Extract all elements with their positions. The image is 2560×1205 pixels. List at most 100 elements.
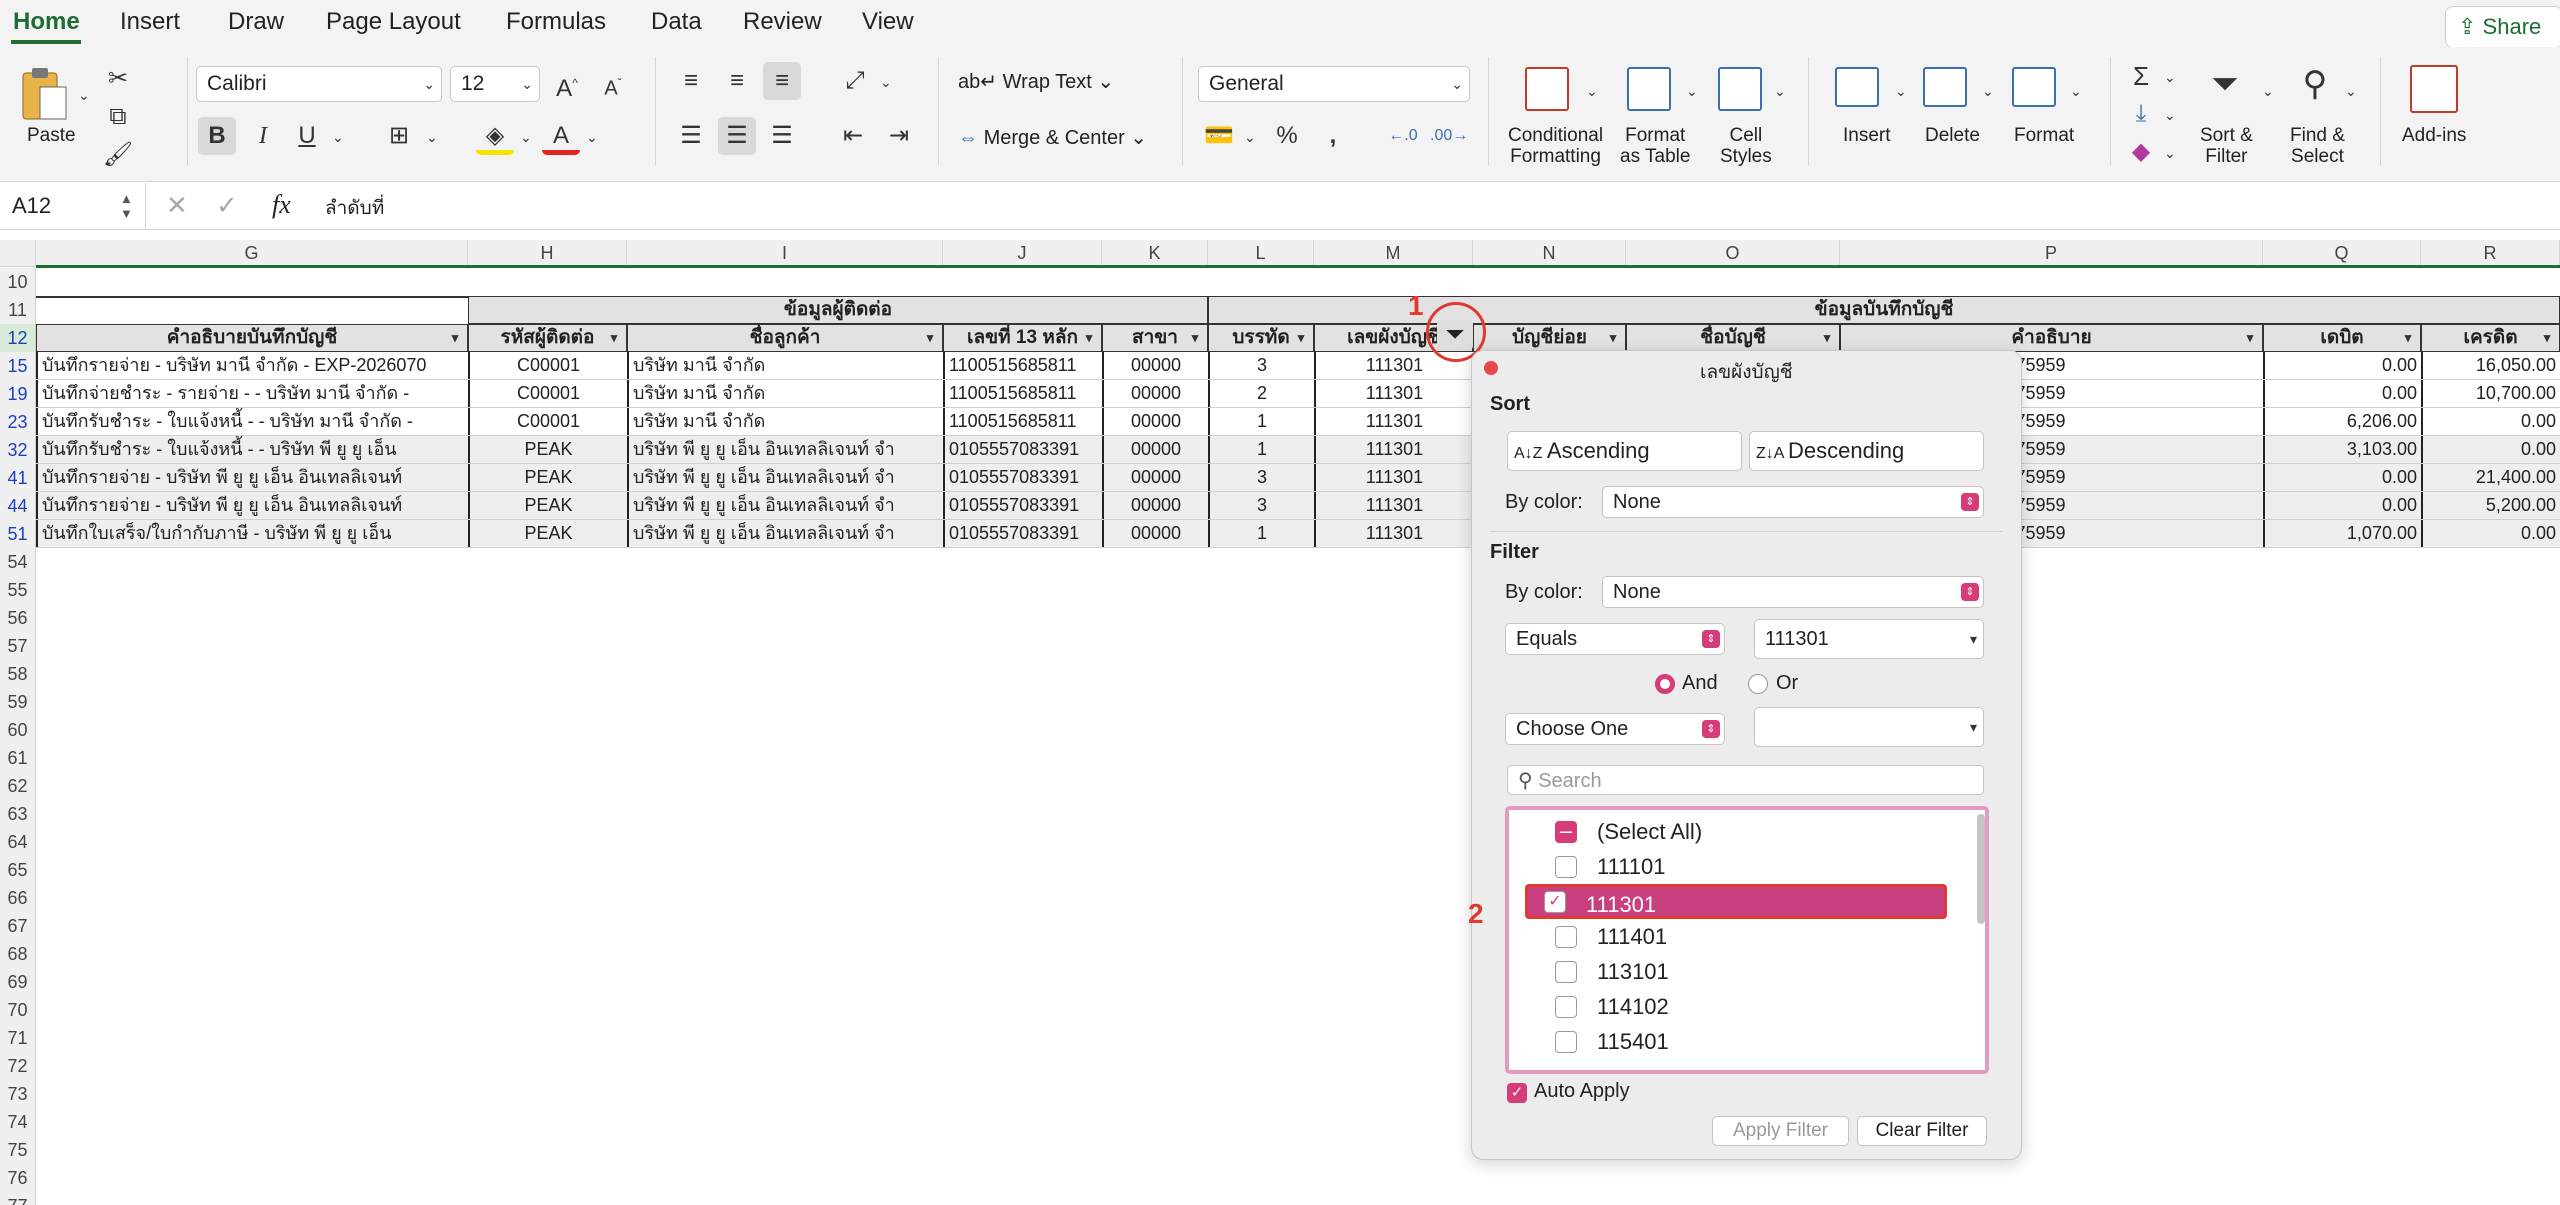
- cell-styles-dropdown-icon[interactable]: ⌄: [1774, 83, 1786, 100]
- format-as-table-label[interactable]: Format as Table: [1620, 125, 1690, 167]
- list-item[interactable]: 111101: [1509, 849, 1979, 884]
- table-cell[interactable]: 3: [1208, 492, 1314, 519]
- value-list[interactable]: – (Select All) 111101 ✓ 111301 111401 113101 11…: [1505, 806, 1989, 1074]
- autosum-dropdown-icon[interactable]: ⌄: [2164, 69, 2176, 86]
- table-cell[interactable]: 1100515685811: [943, 408, 1102, 435]
- list-item-checkbox[interactable]: [1555, 996, 1577, 1018]
- align-bottom-icon[interactable]: ≡: [763, 62, 801, 100]
- select-all-corner[interactable]: [0, 240, 36, 267]
- column-header-q[interactable]: Q: [2263, 240, 2421, 267]
- find-select-icon[interactable]: ⚲: [2290, 65, 2340, 103]
- table-cell[interactable]: PEAK: [468, 520, 627, 547]
- comma-style-button[interactable]: ,: [1314, 117, 1352, 155]
- align-center-icon[interactable]: ☰: [718, 117, 756, 155]
- list-item[interactable]: ✓ 111301: [1525, 884, 1947, 919]
- column-header-r[interactable]: R: [2421, 240, 2560, 267]
- italic-button[interactable]: I: [244, 117, 282, 155]
- table-cell[interactable]: 0.00: [2263, 464, 2421, 491]
- table-cell[interactable]: 1: [1208, 520, 1314, 547]
- table-cell[interactable]: 0.00: [2263, 352, 2421, 379]
- table-cell[interactable]: 111301: [1314, 520, 1473, 547]
- filter-dropdown-icon[interactable]: ▾: [1185, 328, 1205, 348]
- table-cell[interactable]: 21,400.00: [2421, 464, 2560, 491]
- insert-cells-icon[interactable]: [1835, 67, 1885, 111]
- fill-icon[interactable]: ⤓: [2122, 95, 2160, 133]
- clear-dropdown-icon[interactable]: ⌄: [2164, 145, 2176, 162]
- table-cell[interactable]: บันทึกจ่ายชำระ - รายจ่าย - - บริษัท มานี…: [36, 380, 468, 407]
- borders-icon[interactable]: ⊞: [380, 117, 418, 155]
- decrease-font-icon[interactable]: Aˇ: [594, 64, 632, 102]
- filter-dropdown-icon[interactable]: ▾: [2240, 328, 2260, 348]
- table-cell[interactable]: 111301: [1314, 436, 1473, 463]
- find-select-dropdown-icon[interactable]: ⌄: [2345, 83, 2357, 100]
- fill-dropdown-icon[interactable]: ⌄: [2164, 107, 2176, 124]
- delete-cells-label[interactable]: Delete: [1925, 125, 1980, 146]
- delete-cells-icon[interactable]: [1923, 67, 1973, 111]
- row-header-71[interactable]: 71: [0, 1024, 36, 1052]
- formula-content[interactable]: ลำดับที่: [325, 193, 384, 223]
- table-cell[interactable]: 1: [1208, 408, 1314, 435]
- condition-value-input[interactable]: 111301 ▾: [1754, 619, 1984, 659]
- table-cell[interactable]: C00001: [468, 380, 627, 407]
- filter-dropdown-icon[interactable]: ▾: [445, 328, 465, 348]
- copy-icon[interactable]: ⧉: [99, 98, 137, 136]
- tab-insert[interactable]: Insert: [120, 8, 180, 36]
- list-item-checkbox[interactable]: [1555, 856, 1577, 878]
- list-item-checkbox[interactable]: [1555, 1031, 1577, 1053]
- orientation-dropdown-icon[interactable]: ⌄: [880, 74, 892, 91]
- table-cell[interactable]: 0.00: [2421, 436, 2560, 463]
- filter-by-color-select[interactable]: None ⇕: [1602, 576, 1984, 608]
- list-item[interactable]: 114102: [1509, 989, 1979, 1024]
- format-cells-label[interactable]: Format: [2014, 125, 2074, 146]
- row-header-58[interactable]: 58: [0, 660, 36, 688]
- row-header-57[interactable]: 57: [0, 632, 36, 660]
- underline-dropdown-icon[interactable]: ⌄: [332, 129, 344, 146]
- row-header-59[interactable]: 59: [0, 688, 36, 716]
- autosum-button[interactable]: Σ: [2122, 57, 2160, 95]
- name-box-stepper-icon[interactable]: ▲ ▼: [120, 191, 133, 221]
- paste-icon[interactable]: [20, 65, 70, 123]
- increase-font-icon[interactable]: A^: [548, 64, 586, 102]
- second-condition-select[interactable]: Choose One ⇕: [1505, 713, 1725, 745]
- table-cell[interactable]: 111301: [1314, 408, 1473, 435]
- table-cell[interactable]: 00000: [1102, 352, 1208, 379]
- row-header-62[interactable]: 62: [0, 772, 36, 800]
- table-cell[interactable]: 111301: [1314, 464, 1473, 491]
- table-cell[interactable]: บริษัท พี ยู ยู เอ็น อินเทลลิเจนท์ จำ: [627, 492, 943, 519]
- table-cell[interactable]: บริษัท มานี จำกัด: [627, 380, 943, 407]
- table-cell[interactable]: 16,050.00: [2421, 352, 2560, 379]
- enter-icon[interactable]: ✓: [216, 190, 238, 221]
- list-item[interactable]: – (Select All): [1509, 814, 1979, 849]
- column-header-p[interactable]: P: [1840, 240, 2263, 267]
- decrease-decimal-icon[interactable]: .00→: [1430, 117, 1468, 155]
- table-cell[interactable]: 111301: [1314, 380, 1473, 407]
- filter-dropdown-icon[interactable]: ▾: [2398, 328, 2418, 348]
- tab-page-layout[interactable]: Page Layout: [326, 8, 461, 36]
- conditional-formatting-icon[interactable]: [1511, 67, 1581, 121]
- table-cell[interactable]: บริษัท พี ยู ยู เอ็น อินเทลลิเจนท์ จำ: [627, 436, 943, 463]
- apply-filter-button[interactable]: Apply Filter: [1712, 1116, 1849, 1146]
- row-header-65[interactable]: 65: [0, 856, 36, 884]
- table-cell[interactable]: 1100515685811: [943, 380, 1102, 407]
- table-cell[interactable]: 6,206.00: [2263, 408, 2421, 435]
- wrap-text-button[interactable]: ab↵ Wrap Text ⌄: [958, 69, 1114, 94]
- font-name-select[interactable]: Calibri ⌄: [196, 66, 442, 102]
- or-radio[interactable]: [1748, 674, 1768, 694]
- table-cell[interactable]: 2: [1208, 380, 1314, 407]
- table-cell[interactable]: 5,200.00: [2421, 492, 2560, 519]
- addins-label[interactable]: Add-ins: [2402, 125, 2466, 146]
- row-header-73[interactable]: 73: [0, 1080, 36, 1108]
- list-item[interactable]: 113101: [1509, 954, 1979, 989]
- table-cell[interactable]: บันทึกใบเสร็จ/ใบกำกับภาษี - บริษัท พี ยู…: [36, 520, 468, 547]
- row-header-15[interactable]: 15: [0, 352, 36, 380]
- percent-button[interactable]: %: [1268, 117, 1306, 155]
- column-header-l[interactable]: L: [1208, 240, 1314, 267]
- cancel-icon[interactable]: ✕: [166, 190, 188, 221]
- row-header-12[interactable]: 12: [0, 324, 36, 352]
- table-cell[interactable]: PEAK: [468, 492, 627, 519]
- align-middle-icon[interactable]: ≡: [718, 62, 756, 100]
- font-size-select[interactable]: 12 ⌄: [450, 66, 540, 102]
- sort-filter-icon[interactable]: ⏷: [2200, 65, 2250, 103]
- active-filter-icon[interactable]: ⏷: [1437, 320, 1473, 350]
- table-cell[interactable]: 1100515685811: [943, 352, 1102, 379]
